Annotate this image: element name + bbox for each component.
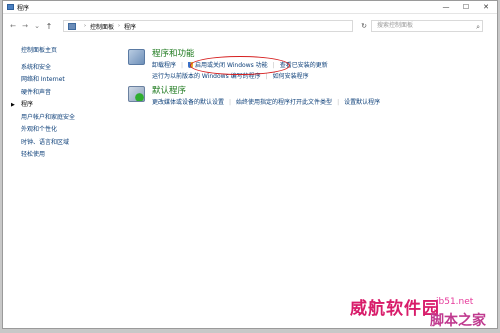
window-title: 程序 (17, 4, 30, 12)
how-to-install-link[interactable]: 如何安装程序 (273, 73, 309, 80)
sidebar-item-programs: 程序 (11, 99, 121, 112)
programs-features-title[interactable]: 程序和功能 (152, 47, 195, 59)
close-button[interactable]: ✕ (477, 1, 495, 14)
media-defaults-link[interactable]: 更改媒体或设备的默认设置 (152, 99, 224, 106)
control-panel-icon (7, 4, 14, 10)
recent-locations-icon[interactable]: ⌄ (31, 22, 43, 30)
programs-features-icon (128, 49, 145, 65)
control-panel-crumb-icon (68, 22, 76, 30)
search-input[interactable]: 搜索控制面板 ⌕ (371, 20, 483, 32)
back-arrow-icon[interactable]: ← (7, 22, 19, 30)
sidebar-item-clock-language[interactable]: 时钟、语言和区域 (21, 137, 121, 150)
sidebar: 控制面板主页 系统和安全 网络和 Internet 硬件和声音 程序 用户帐户和… (11, 45, 121, 162)
watermark-site: jb51.net (436, 297, 474, 307)
refresh-icon[interactable]: ↻ (358, 20, 370, 32)
up-arrow-icon[interactable]: ↑ (43, 22, 55, 31)
sidebar-item-network[interactable]: 网络和 Internet (21, 74, 121, 87)
sidebar-item-ease-of-access[interactable]: 轻松使用 (21, 149, 121, 162)
watermark-main: 威航软件园 (350, 299, 440, 319)
breadcrumb-control-panel[interactable]: 控制面板 (90, 22, 114, 31)
default-programs-icon (128, 86, 145, 102)
breadcrumb-separator: › (84, 23, 86, 29)
default-programs-title[interactable]: 默认程序 (152, 84, 186, 96)
sidebar-item-user-accounts[interactable]: 用户帐户和家庭安全 (21, 112, 121, 125)
breadcrumb[interactable]: › 控制面板 › 程序 (63, 20, 353, 32)
breadcrumb-separator: › (118, 23, 121, 29)
forward-arrow-icon[interactable]: → (19, 22, 31, 30)
breadcrumb-programs[interactable]: 程序 (124, 22, 136, 31)
search-icon[interactable]: ⌕ (476, 22, 480, 32)
sidebar-item-system-security[interactable]: 系统和安全 (21, 62, 121, 75)
minimize-button[interactable]: — (437, 1, 455, 14)
control-panel-window: 程序 — ☐ ✕ ← → ⌄ ↑ › 控制面板 › 程序 ↻ 搜索控制面板 ⌕ … (2, 0, 498, 329)
sidebar-item-home[interactable]: 控制面板主页 (21, 45, 121, 58)
search-placeholder: 搜索控制面板 (377, 22, 414, 29)
red-annotation-ellipse (190, 56, 290, 75)
set-default-programs-link[interactable]: 设置默认程序 (344, 99, 380, 106)
watermark-brand: 脚本之家 (430, 313, 486, 329)
uninstall-program-link[interactable]: 卸载程序 (152, 62, 176, 69)
file-type-association-link[interactable]: 始终使用指定的程序打开此文件类型 (236, 99, 332, 106)
sidebar-item-hardware[interactable]: 硬件和声音 (21, 87, 121, 100)
sidebar-item-appearance[interactable]: 外观和个性化 (21, 124, 121, 137)
address-bar: ← → ⌄ ↑ › 控制面板 › 程序 ↻ 搜索控制面板 ⌕ (3, 19, 497, 33)
title-bar: 程序 (3, 1, 497, 14)
default-programs-links: 更改媒体或设备的默认设置 | 始终使用指定的程序打开此文件类型 | 设置默认程序 (152, 99, 381, 106)
maximize-button[interactable]: ☐ (457, 1, 475, 14)
